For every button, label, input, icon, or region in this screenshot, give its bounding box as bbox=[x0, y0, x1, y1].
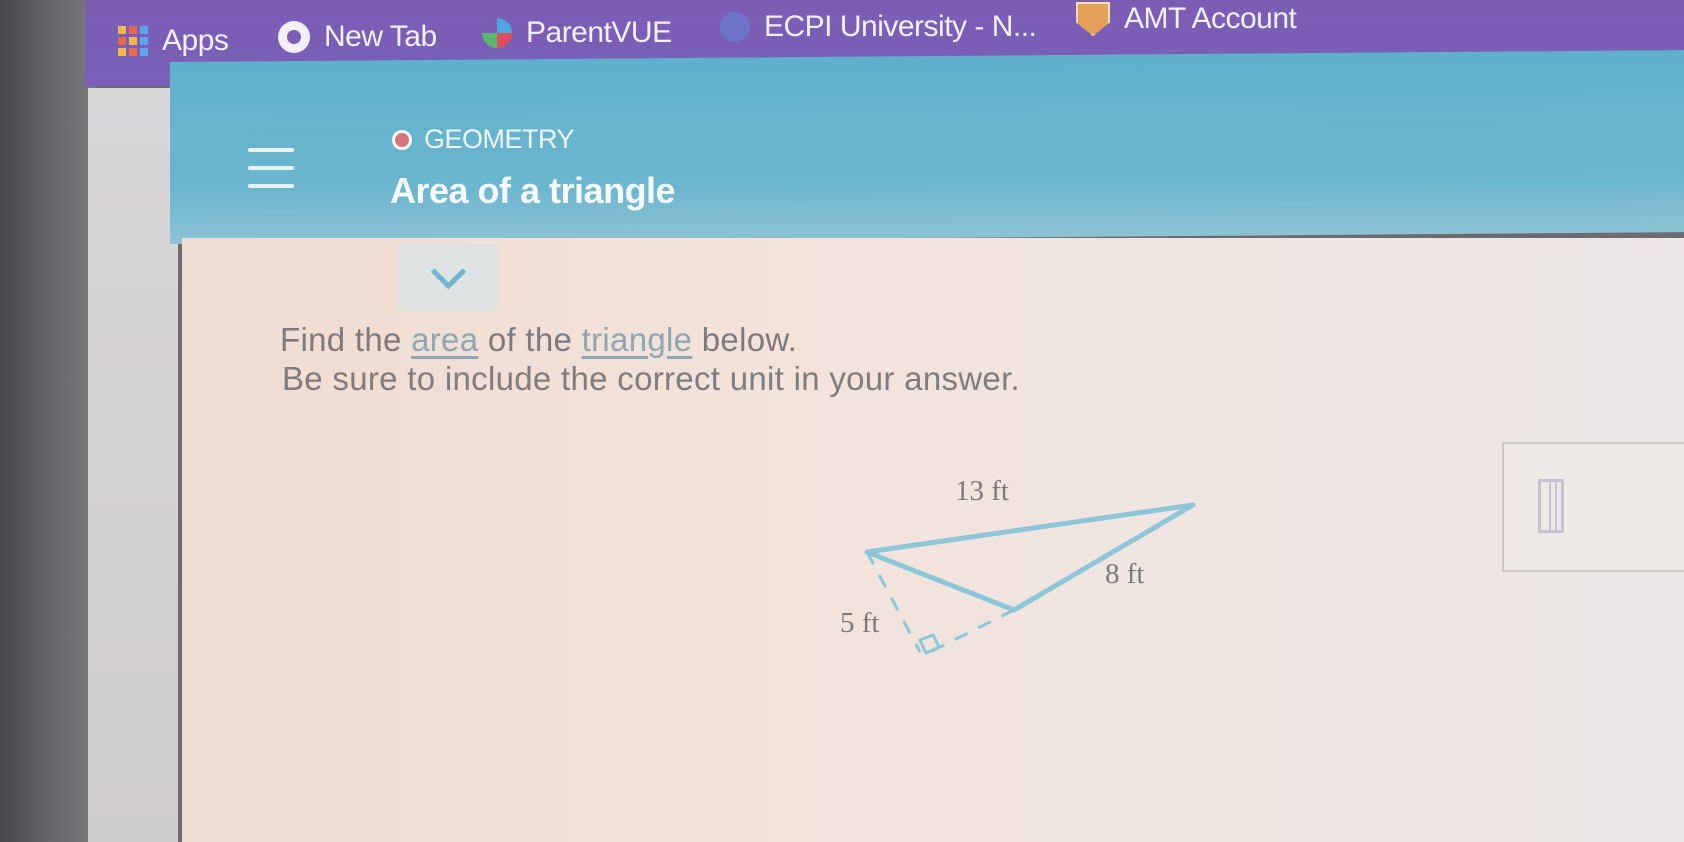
ecpi-icon bbox=[720, 12, 750, 42]
question-line-1: Find the area of the triangle below. bbox=[280, 320, 797, 360]
left-panel bbox=[88, 88, 178, 842]
bookmark-label: Apps bbox=[162, 24, 229, 57]
question-text: below. bbox=[692, 321, 798, 358]
triangle-link[interactable]: triangle bbox=[582, 321, 693, 358]
amt-shield-icon bbox=[1076, 2, 1110, 36]
subject-label: GEOMETRY bbox=[392, 124, 575, 155]
new-tab-icon bbox=[278, 21, 310, 53]
answer-input-box[interactable] bbox=[1502, 442, 1684, 572]
bookmark-apps[interactable]: Apps bbox=[118, 24, 229, 58]
bookmark-label: AMT Account bbox=[1124, 2, 1297, 35]
subject-text: GEOMETRY bbox=[424, 124, 575, 154]
bookmark-label: New Tab bbox=[324, 20, 437, 53]
bookmark-parentvue[interactable]: ParentVUE bbox=[482, 16, 672, 50]
menu-hamburger-icon[interactable] bbox=[248, 148, 294, 188]
lesson-title: Area of a triangle bbox=[390, 170, 676, 211]
area-link[interactable]: area bbox=[411, 321, 478, 358]
question-text: Find the bbox=[280, 321, 412, 358]
answer-cursor-icon bbox=[1538, 479, 1564, 533]
apps-grid-icon bbox=[118, 26, 148, 56]
bookmark-new-tab[interactable]: New Tab bbox=[278, 20, 437, 54]
bookmark-amt-account[interactable]: AMT Account bbox=[1076, 2, 1297, 36]
collapse-toggle-button[interactable] bbox=[398, 244, 498, 310]
subject-status-dot-icon bbox=[392, 129, 412, 150]
bookmark-label: ECPI University - N... bbox=[764, 10, 1037, 43]
label-8ft: 8 ft bbox=[1105, 558, 1144, 590]
parentvue-icon bbox=[482, 18, 512, 48]
question-line-2: Be sure to include the correct unit in y… bbox=[282, 360, 1021, 397]
label-13ft: 13 ft bbox=[955, 475, 1009, 507]
triangle-figure: 13 ft 8 ft 5 ft bbox=[840, 475, 1196, 656]
bookmark-label: ParentVUE bbox=[526, 16, 672, 49]
bookmark-ecpi[interactable]: ECPI University - N... bbox=[720, 10, 1037, 44]
screen-bezel bbox=[0, 0, 95, 842]
question-text: of the bbox=[478, 321, 582, 358]
chevron-down-icon bbox=[430, 253, 466, 290]
label-5ft: 5 ft bbox=[840, 607, 879, 639]
